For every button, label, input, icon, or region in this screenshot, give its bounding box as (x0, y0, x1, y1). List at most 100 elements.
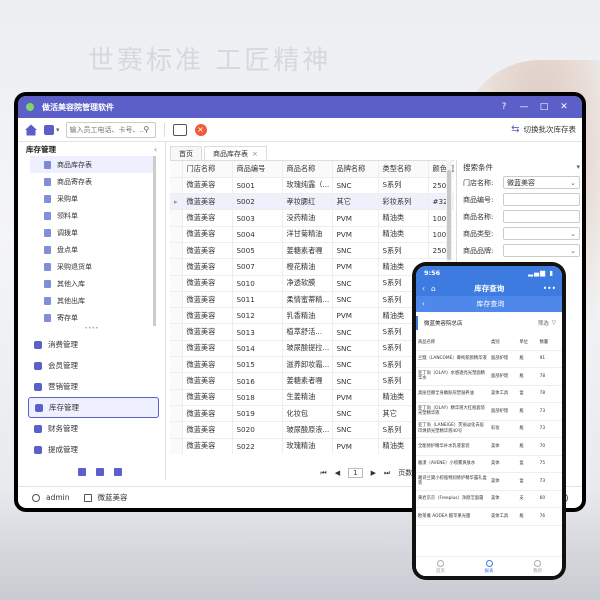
more-icon[interactable]: ••• (543, 284, 556, 293)
report-icon[interactable] (96, 468, 104, 476)
search-input[interactable] (69, 125, 144, 134)
help-icon[interactable]: ? (494, 102, 514, 112)
row-marker[interactable] (170, 177, 183, 195)
chevron-left-icon[interactable]: ‹ (154, 145, 157, 154)
row-marker[interactable] (170, 405, 183, 423)
sidebar-item-other-out[interactable]: 其他出库 (30, 292, 153, 309)
row-marker[interactable] (170, 323, 183, 341)
row-marker[interactable] (170, 372, 183, 390)
sidebar-item-transfer[interactable]: 调拨单 (30, 224, 153, 241)
row-marker[interactable] (170, 438, 183, 454)
row-marker[interactable]: ▸ (170, 193, 183, 211)
tab-stock-table[interactable]: 商品库存表 × (204, 146, 267, 160)
table-row[interactable]: 微蓝美容 S001 玫瑰纯露（... SNC S系列 250( (170, 177, 454, 195)
column-header[interactable]: 商品编号 (232, 161, 283, 178)
back-icon[interactable]: ‹ (422, 284, 425, 293)
print-icon[interactable] (172, 123, 187, 136)
sidebar-footer (78, 468, 122, 476)
phone-table-row[interactable]: 亚丁尚（OLAY）精华液大红瓶套装光塑精华液 面部护理瓶 73 (416, 402, 562, 421)
maximize-button[interactable]: □ (534, 102, 554, 112)
calendar-icon[interactable] (78, 468, 86, 476)
product-code-input[interactable] (503, 193, 580, 206)
phone-table-row[interactable]: 亚丁尚（LANEIGE）芙丽淡化去痘印焕新光塑精华液40号 彩妆瓶 73 (416, 420, 562, 438)
sidebar-item-marketing[interactable]: 营销管理 (28, 376, 159, 397)
inventory-submenu[interactable]: 商品库存表 商品寄存表 采购单 领料单 调拨单 盘点单 采购退货单 其他入库 其… (30, 156, 156, 326)
last-page-button[interactable]: ⏭ (384, 469, 390, 478)
sidebar-item-members[interactable]: 会员管理 (28, 355, 159, 376)
filter-icon[interactable]: ▽ (552, 320, 556, 326)
sidebar-item-purchase-order[interactable]: 采购单 (30, 190, 153, 207)
sidebar-item-other-in[interactable]: 其他入库 (30, 275, 153, 292)
table-cell: 微蓝美容 (182, 356, 233, 374)
table-row[interactable]: 微蓝美容 S004 洋甘菊精油 PVM 精油类 100( (170, 226, 454, 243)
phone-table-row[interactable]: 全能修护精华补水乳液套装 美体瓶 70 (416, 437, 562, 456)
page-number-input[interactable]: 1 (348, 468, 363, 478)
scrollbar-thumb[interactable] (447, 170, 451, 260)
row-marker[interactable] (170, 356, 183, 374)
sidebar-item-requisition[interactable]: 领料单 (30, 207, 153, 224)
next-page-button[interactable]: ▶ (371, 469, 376, 477)
sidebar-item-consumption[interactable]: 消费管理 (28, 334, 159, 355)
settings-icon[interactable] (114, 468, 122, 476)
row-marker[interactable] (170, 226, 183, 243)
close-window-button[interactable]: ✕ (554, 102, 574, 112)
sidebar-item-stocktake[interactable]: 盘点单 (30, 241, 153, 258)
phone-table-row[interactable]: 黄岩京京（Freeplus）净颜洁面霜 美体支 60 (416, 490, 562, 508)
sidebar-item-deposit-order[interactable]: 寄存单 (30, 309, 153, 326)
product-brand-select[interactable]: ⌄ (503, 244, 580, 257)
search-icon[interactable]: ⚲ (144, 125, 150, 134)
close-tab-icon[interactable]: × (194, 123, 207, 136)
mobile-phone: 9:56 ▂▄▆ ▮ ‹ ⌂ 库存查询 ••• ‹ 库存查询 微蓝美容院总店 筛… (412, 262, 566, 580)
phone-table-row[interactable]: 雅漾（AVENE）小喷雾爽肤水 美体盒 75 (416, 455, 562, 473)
column-header[interactable]: 门店名称 (182, 161, 233, 178)
row-marker[interactable] (170, 275, 183, 292)
sidebar-item-inventory[interactable]: 库存管理 (28, 397, 159, 418)
table-cell: 微蓝美容 (182, 372, 233, 390)
store-select[interactable]: 微蓝美容 ⌄ (503, 176, 580, 189)
phone-table-row[interactable]: 雅诗兰黛小棕瓶特润修护精华露礼盒装 美体盒 73 (416, 472, 562, 491)
prev-page-button[interactable]: ◀ (335, 469, 340, 477)
sidebar-item-commission[interactable]: 提成管理 (28, 439, 159, 460)
table-row[interactable]: 微蓝美容 S003 没药精油 PVM 精油类 100( (170, 209, 454, 227)
search-box[interactable]: ⚲ (65, 121, 156, 138)
document-icon (44, 296, 51, 305)
product-type-select[interactable]: ⌄ (503, 227, 580, 240)
phone-filter-button[interactable]: 筛选 (538, 319, 549, 327)
phone-table-row[interactable]: 亚丁尚（OLAY）水感透亮光塑面精华水 面部护理瓶 78 (416, 367, 562, 386)
collapse-icon[interactable]: ▾ (576, 163, 580, 171)
column-header[interactable]: 品牌名称 (332, 161, 379, 178)
sidebar-item-purchase-return[interactable]: 采购退货单 (30, 258, 153, 275)
table-row[interactable]: ▸ 微蓝美容 S002 孝妆腮红 其它 彩妆系列 #32 (170, 193, 454, 211)
sidebar-item-stock-table[interactable]: 商品库存表 (30, 156, 153, 173)
minimize-button[interactable]: — (514, 102, 534, 112)
row-marker[interactable] (170, 307, 183, 325)
sidebar-item-deposit-table[interactable]: 商品寄存表 (30, 173, 153, 190)
sidebar-item-finance[interactable]: 财务管理 (28, 418, 159, 439)
phone-table-row[interactable]: 奥丽佳娜全身嫩肤形塑滋养油 美体工具盒 78 (416, 385, 562, 403)
home-icon[interactable] (24, 123, 38, 137)
row-marker[interactable] (170, 258, 183, 276)
grid-menu-icon[interactable] (44, 124, 54, 135)
resize-handle[interactable]: •••• (18, 326, 165, 334)
chevron-down-icon[interactable]: ▾ (56, 126, 60, 134)
phone-table-row[interactable]: 欧莱雅 AODEA 酷苹果光膜 美体工具瓶 76 (416, 507, 562, 526)
row-marker[interactable] (170, 389, 183, 406)
table-row[interactable]: 微蓝美容 S005 姜糖素者喱 SNC S系列 250( (170, 242, 454, 260)
row-marker[interactable] (170, 242, 183, 260)
column-header[interactable]: 类型名称 (378, 161, 429, 178)
switch-batch-button[interactable]: ⇆ 切换批次库存表 (511, 124, 576, 135)
row-marker[interactable] (170, 421, 183, 439)
phone-table-row[interactable]: 兰蔻（LANCOME）菁纯新颜精华液 面部护理瓶 91 (416, 350, 562, 368)
column-header[interactable]: 商品名称 (282, 161, 333, 178)
row-marker[interactable] (170, 340, 183, 358)
row-marker[interactable] (170, 209, 183, 227)
product-name-input[interactable] (503, 210, 580, 223)
phone-tab-me[interactable]: 我的 (513, 557, 562, 576)
phone-tab-report[interactable]: 报表 (465, 557, 514, 576)
first-page-button[interactable]: ⏮ (320, 469, 326, 478)
sidebar-section-inventory[interactable]: 库存管理 ‹ (18, 142, 165, 156)
row-marker[interactable] (170, 291, 183, 309)
tab-home[interactable]: 首页 (170, 146, 202, 160)
phone-tab-home[interactable]: 首页 (416, 557, 465, 576)
close-icon[interactable]: × (252, 150, 258, 158)
